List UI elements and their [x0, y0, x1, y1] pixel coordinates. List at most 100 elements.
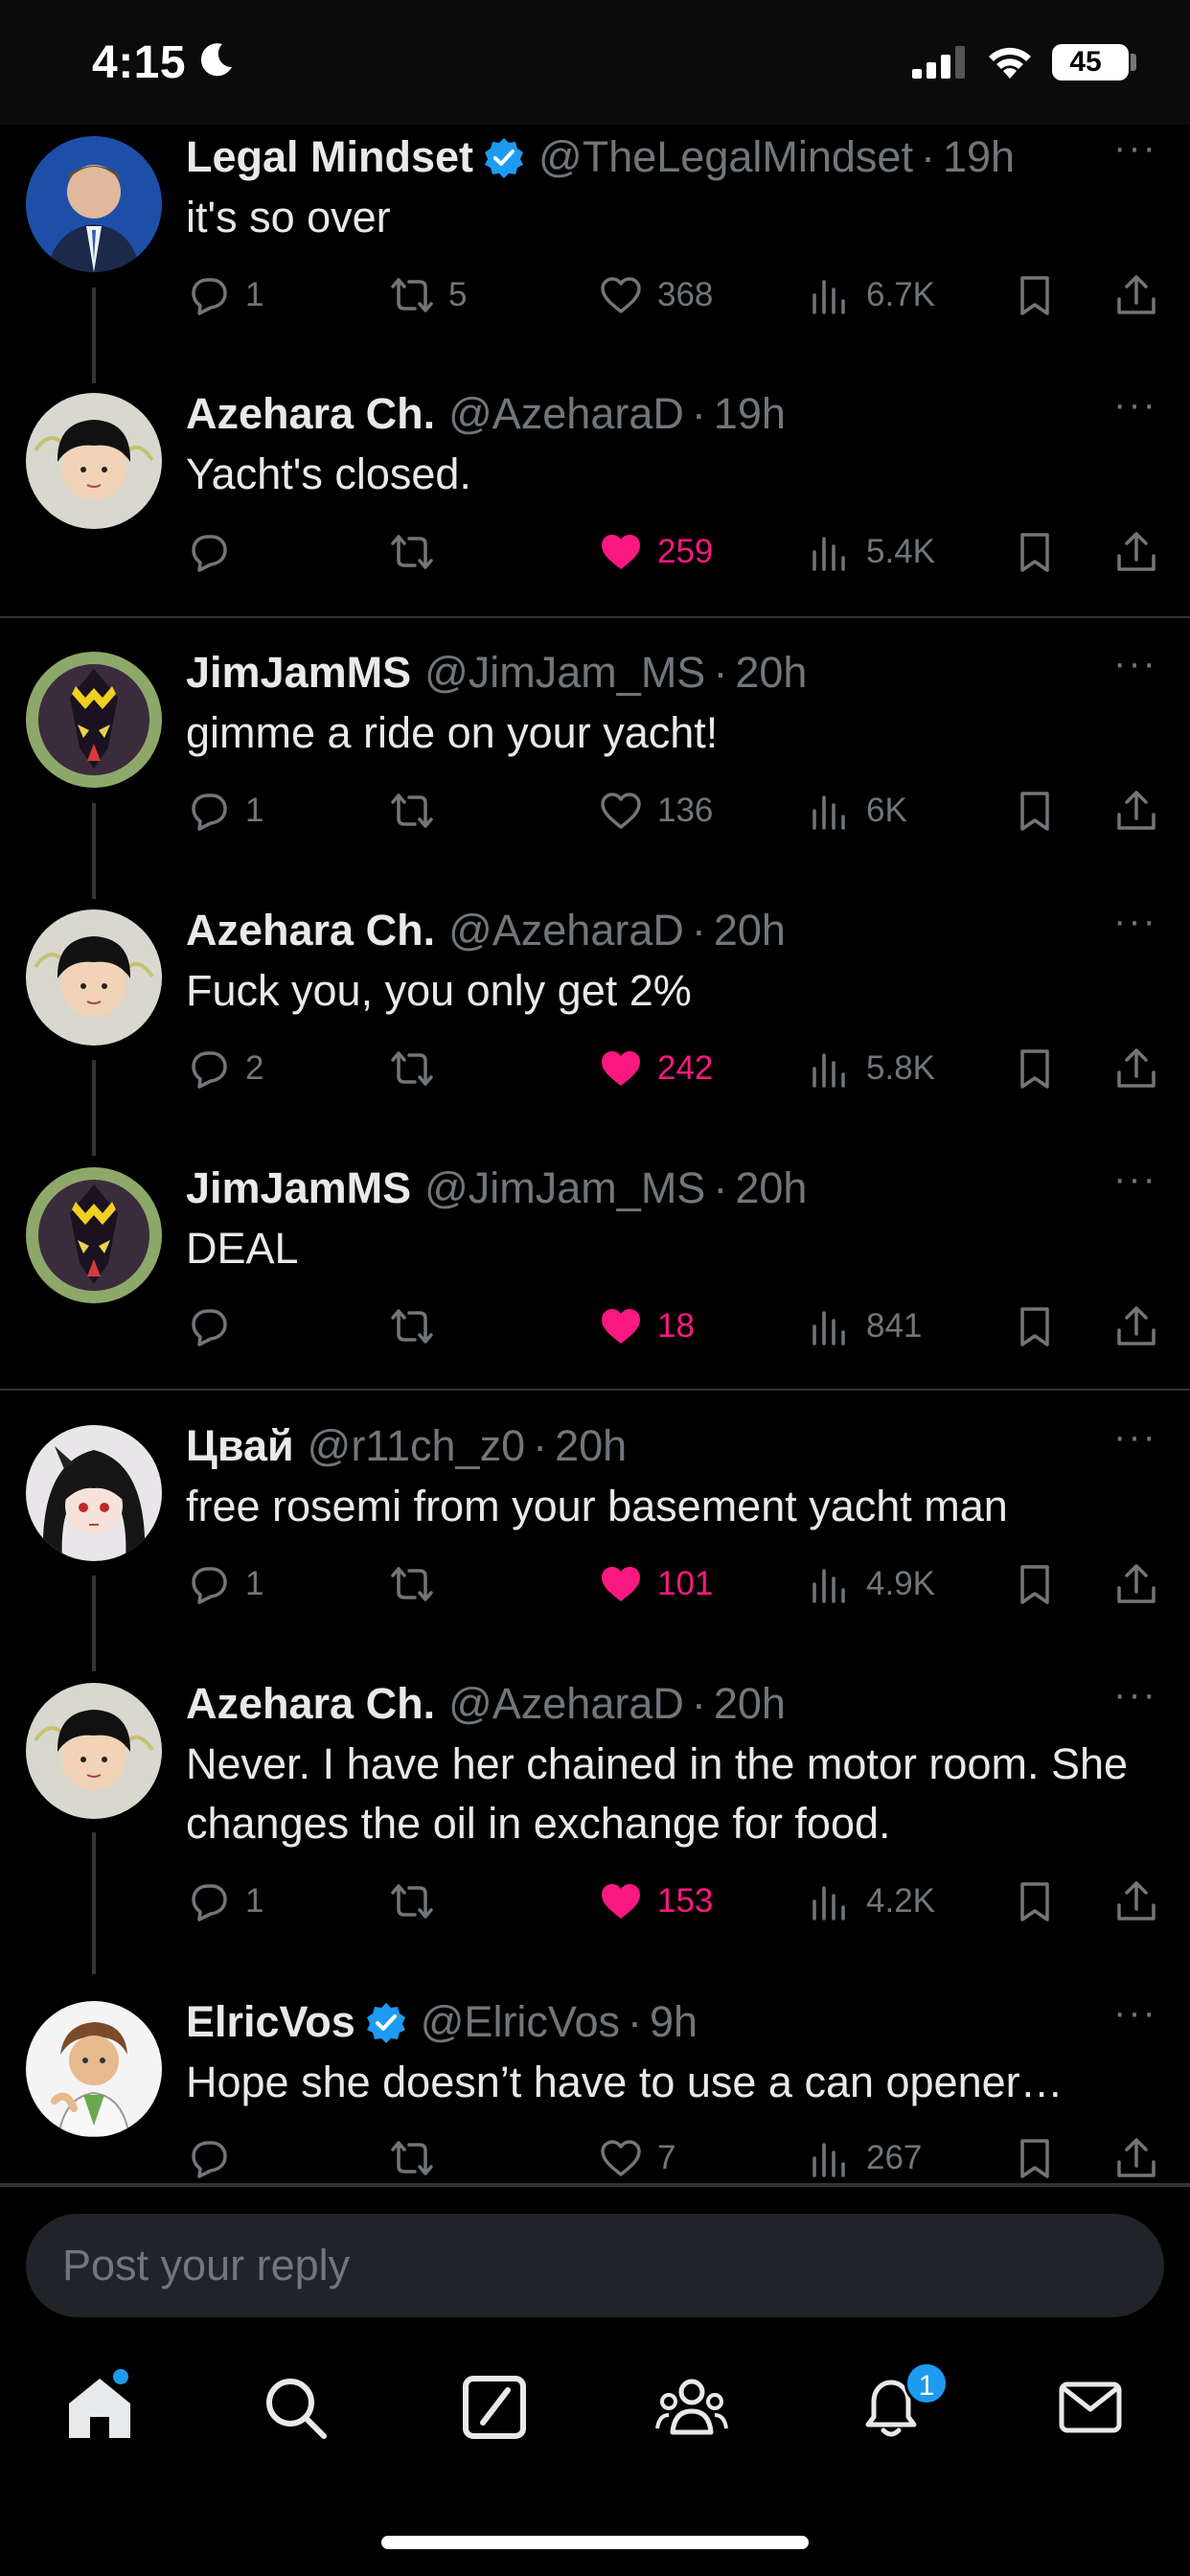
bookmark-button[interactable] [1012, 2129, 1058, 2185]
avatar[interactable] [26, 2001, 162, 2137]
like-button[interactable]: 101 [598, 1555, 713, 1613]
like-button[interactable]: 242 [598, 1040, 713, 1097]
bookmark-button[interactable] [1012, 1873, 1058, 1930]
reply-button[interactable] [186, 2129, 245, 2185]
handle[interactable]: @JimJam_MS [424, 648, 705, 698]
display-name[interactable]: JimJamMS [186, 1163, 411, 1213]
post[interactable]: JimJamMS @JimJam_MS · 20h ··· gimme a ri… [0, 640, 1190, 880]
repost-button[interactable] [389, 1555, 448, 1613]
display-name[interactable]: ElricVos [186, 1997, 355, 2047]
share-button[interactable] [1113, 2129, 1159, 2185]
display-name[interactable]: Azehara Ch. [186, 1679, 435, 1729]
like-button[interactable]: 368 [598, 266, 713, 324]
avatar[interactable] [26, 652, 162, 788]
views-button[interactable]: 4.9K [807, 1555, 935, 1613]
repost-button[interactable]: 5 [389, 266, 467, 324]
post[interactable]: Azehara Ch. @AzeharaD · 20h ··· Never. I… [0, 1671, 1190, 1974]
more-options-icon[interactable]: ··· [1111, 1993, 1159, 2041]
reply-box[interactable] [26, 2214, 1164, 2317]
display-name[interactable]: JimJamMS [186, 648, 411, 698]
share-button[interactable] [1113, 1040, 1159, 1097]
share-button[interactable] [1113, 266, 1159, 324]
post[interactable]: ElricVos @ElricVos · 9h ··· Hope she doe… [0, 1990, 1190, 2183]
repost-button[interactable] [389, 2129, 448, 2185]
post[interactable]: Legal Mindset @TheLegalMindset · 19h ···… [0, 125, 1190, 364]
display-name[interactable]: Azehara Ch. [186, 906, 435, 955]
handle[interactable]: @JimJam_MS [424, 1163, 705, 1213]
reply-input[interactable] [26, 2214, 1164, 2317]
display-name[interactable]: Azehara Ch. [186, 389, 435, 439]
share-button[interactable] [1113, 782, 1159, 840]
more-options-icon[interactable]: ··· [1111, 1675, 1159, 1723]
repost-button[interactable] [389, 782, 448, 840]
post[interactable]: JimJamMS @JimJam_MS · 20h ··· DEAL 18 84… [0, 1156, 1190, 1389]
avatar[interactable] [26, 393, 162, 529]
more-options-icon[interactable]: ··· [1111, 1160, 1159, 1208]
reply-button[interactable]: 1 [186, 266, 263, 324]
nav-communities[interactable] [653, 2369, 730, 2446]
handle[interactable]: @AzeharaD [448, 906, 684, 955]
timestamp[interactable]: 19h [943, 132, 1015, 182]
post[interactable]: Azehara Ch. @AzeharaD · 20h ··· Fuck you… [0, 898, 1190, 1138]
more-options-icon[interactable]: ··· [1111, 128, 1159, 176]
timestamp[interactable]: 20h [735, 648, 807, 698]
views-button[interactable]: 841 [807, 1298, 922, 1355]
handle[interactable]: @r11ch_z0 [308, 1421, 525, 1471]
share-button[interactable] [1113, 1873, 1159, 1930]
bookmark-button[interactable] [1012, 1040, 1058, 1097]
repost-button[interactable] [389, 523, 448, 581]
timestamp[interactable]: 9h [650, 1997, 698, 2047]
avatar[interactable] [26, 1167, 162, 1303]
reply-button[interactable]: 2 [186, 1040, 263, 1097]
reply-button[interactable] [186, 523, 245, 581]
reply-button[interactable]: 1 [186, 1555, 263, 1613]
share-button[interactable] [1113, 523, 1159, 581]
more-options-icon[interactable]: ··· [1111, 385, 1159, 433]
views-button[interactable]: 6.7K [807, 266, 935, 324]
handle[interactable]: @AzeharaD [448, 1679, 684, 1729]
post[interactable]: Azehara Ch. @AzeharaD · 19h ··· Yacht's … [0, 381, 1190, 616]
bookmark-button[interactable] [1012, 1555, 1058, 1613]
avatar[interactable] [26, 136, 162, 272]
more-options-icon[interactable]: ··· [1111, 902, 1159, 950]
handle[interactable]: @AzeharaD [448, 389, 684, 439]
nav-messages[interactable] [1052, 2369, 1129, 2446]
post[interactable]: Цвай @r11ch_z0 · 20h ··· free rosemi fro… [0, 1414, 1190, 1653]
bookmark-button[interactable] [1012, 782, 1058, 840]
views-button[interactable]: 5.4K [807, 523, 935, 581]
avatar[interactable] [26, 1683, 162, 1819]
repost-button[interactable] [389, 1298, 448, 1355]
views-button[interactable]: 267 [807, 2129, 922, 2185]
like-button[interactable]: 136 [598, 782, 713, 840]
handle[interactable]: @TheLegalMindset [538, 132, 913, 182]
like-button[interactable]: 259 [598, 523, 713, 581]
views-button[interactable]: 4.2K [807, 1873, 935, 1930]
bookmark-button[interactable] [1012, 523, 1058, 581]
like-button[interactable]: 153 [598, 1873, 713, 1930]
share-button[interactable] [1113, 1555, 1159, 1613]
reply-button[interactable]: 1 [186, 1873, 263, 1930]
bookmark-button[interactable] [1012, 1298, 1058, 1355]
timestamp[interactable]: 20h [714, 906, 786, 955]
timestamp[interactable]: 20h [735, 1163, 807, 1213]
repost-button[interactable] [389, 1040, 448, 1097]
nav-search[interactable] [257, 2369, 333, 2446]
timestamp[interactable]: 19h [714, 389, 786, 439]
like-button[interactable]: 18 [598, 1298, 695, 1355]
nav-grok[interactable] [456, 2369, 533, 2446]
timestamp[interactable]: 20h [555, 1421, 627, 1471]
avatar[interactable] [26, 909, 162, 1046]
display-name[interactable]: Legal Mindset [186, 132, 473, 182]
reply-button[interactable] [186, 1298, 245, 1355]
like-button[interactable]: 7 [598, 2129, 675, 2185]
views-button[interactable]: 5.8K [807, 1040, 935, 1097]
reply-button[interactable]: 1 [186, 782, 263, 840]
display-name[interactable]: Цвай [186, 1421, 294, 1471]
more-options-icon[interactable]: ··· [1111, 1417, 1159, 1465]
share-button[interactable] [1113, 1298, 1159, 1355]
views-button[interactable]: 6K [807, 782, 907, 840]
repost-button[interactable] [389, 1873, 448, 1930]
bookmark-button[interactable] [1012, 266, 1058, 324]
avatar[interactable] [26, 1425, 162, 1561]
more-options-icon[interactable]: ··· [1111, 644, 1159, 692]
